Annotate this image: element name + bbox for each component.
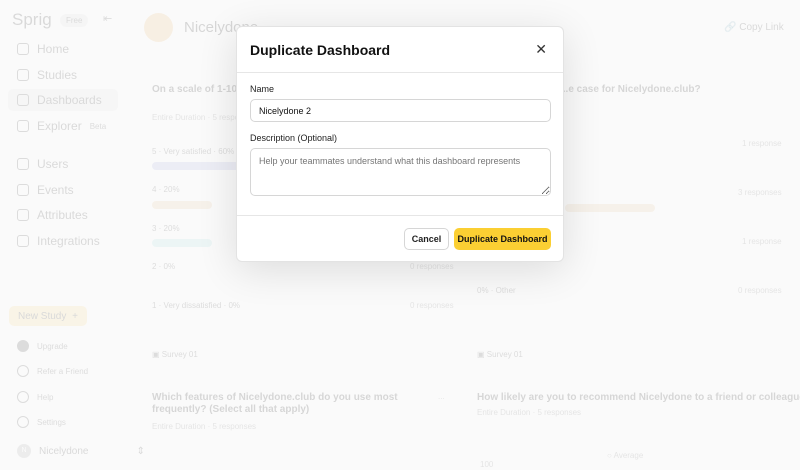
- sidebar-item-integrations[interactable]: Integrations: [17, 234, 100, 248]
- name-label: Name: [250, 84, 275, 94]
- description-label: Description (Optional): [250, 133, 338, 143]
- cancel-button[interactable]: Cancel: [404, 228, 449, 250]
- nav-label: Attributes: [37, 208, 88, 222]
- bar-right: [565, 204, 655, 212]
- card-question: Which features of Nicelydone.club do you…: [152, 392, 398, 415]
- card-question: How likely are you to recommend Nicelydo…: [477, 392, 800, 403]
- sidebar-item-settings[interactable]: Settings: [17, 416, 66, 428]
- dialog-title: Duplicate Dashboard: [250, 41, 391, 58]
- upgrade-icon: [17, 340, 29, 352]
- nav-label: Help: [37, 392, 54, 402]
- nav-label: Settings: [37, 417, 66, 427]
- dialog-header: Duplicate Dashboard ✕: [237, 27, 563, 73]
- sidebar-item-explorer[interactable]: Explorer Beta: [17, 119, 106, 133]
- row-count: 0 responses: [410, 262, 454, 271]
- users-icon: [17, 158, 29, 170]
- sidebar-item-attributes[interactable]: Attributes: [17, 208, 88, 222]
- sidebar-item-studies[interactable]: Studies: [17, 68, 77, 82]
- row-label: 5 · Very satisfied · 60%: [152, 147, 235, 156]
- sidebar-item-home[interactable]: Home: [17, 42, 69, 56]
- sidebar-item-refer[interactable]: Refer a Friend: [17, 365, 88, 377]
- copy-link-label: Copy Link: [739, 22, 784, 33]
- nav-label: Studies: [37, 68, 78, 82]
- row-label: 4 · 20%: [152, 185, 180, 194]
- row-count: 0 responses: [410, 301, 454, 310]
- sidebar-item-users[interactable]: Users: [17, 157, 68, 171]
- row-count: 1 response: [742, 237, 782, 246]
- workspace-switcher[interactable]: N Nicelydone ⇕: [17, 444, 145, 458]
- legend-label: Average: [613, 451, 644, 460]
- studies-icon: [17, 69, 29, 81]
- nav-label: Explorer: [37, 119, 82, 133]
- card-meta: Entire Duration · 5 responses: [152, 422, 257, 431]
- attributes-icon: [17, 209, 29, 221]
- plan-badge: Free: [60, 14, 89, 27]
- nav-label: Dashboards: [37, 93, 102, 107]
- chevron-updown-icon: ⇕: [136, 445, 145, 457]
- dashboard-avatar: [144, 13, 173, 42]
- row-label: 2 · 0%: [152, 262, 176, 271]
- new-study-label: New Study: [18, 311, 67, 322]
- chart-legend: ○ Average: [607, 451, 644, 460]
- beta-badge: Beta: [89, 121, 107, 131]
- refer-icon: [17, 365, 29, 377]
- description-textarea[interactable]: [250, 148, 551, 196]
- dashboards-icon: [17, 94, 29, 106]
- nav-label: Home: [37, 42, 70, 56]
- sidebar-item-upgrade[interactable]: Upgrade: [17, 340, 68, 352]
- row-count: 3 responses: [738, 188, 782, 197]
- row-label: 1 · Very dissatisfied · 0%: [152, 301, 241, 310]
- copy-link-button[interactable]: 🔗 Copy Link: [724, 22, 784, 33]
- row-count: 0 responses: [738, 286, 782, 295]
- bar-4: [152, 201, 212, 209]
- sprig-logo: Sprig: [12, 10, 52, 29]
- row-label: 3 · 20%: [152, 224, 180, 233]
- survey-icon: ▣: [477, 350, 485, 359]
- name-input[interactable]: [250, 99, 551, 122]
- link-icon: 🔗: [724, 22, 737, 33]
- row-label: 0% · Other: [477, 286, 516, 295]
- new-study-button[interactable]: New Study +: [9, 306, 87, 326]
- home-icon: [17, 43, 29, 55]
- collapse-sidebar-icon[interactable]: ⇤: [103, 12, 112, 25]
- duplicate-dashboard-button[interactable]: Duplicate Dashboard: [454, 228, 551, 250]
- nav-label: Refer a Friend: [37, 366, 89, 376]
- sidebar-item-dashboards[interactable]: Dashboards: [8, 89, 118, 111]
- nav-label: Integrations: [37, 234, 100, 248]
- workspace-avatar: N: [17, 444, 31, 458]
- source-label: Survey 01: [161, 350, 198, 359]
- nav-label: Events: [37, 183, 74, 197]
- more-menu-icon[interactable]: ...: [763, 392, 770, 401]
- card-meta: Entire Duration · 5 responses: [477, 408, 582, 417]
- source-label: Survey 01: [486, 350, 523, 359]
- integrations-icon: [17, 235, 29, 247]
- survey-icon: ▣: [152, 350, 160, 359]
- bar-3: [152, 239, 212, 247]
- more-menu-icon[interactable]: ...: [438, 392, 445, 401]
- dialog-footer-divider: [237, 215, 563, 216]
- nav-label: Users: [37, 157, 69, 171]
- sidebar-item-help[interactable]: Help: [17, 391, 53, 403]
- axis-tick: 100: [480, 460, 494, 469]
- explorer-icon: [17, 120, 29, 132]
- settings-icon: [17, 416, 29, 428]
- nav-label: Upgrade: [37, 341, 68, 351]
- row-count: 1 response: [742, 139, 782, 148]
- survey-source: ▣ Survey 01: [152, 350, 198, 359]
- card-question: ...e case for Nicelydone.club?: [560, 84, 701, 95]
- help-icon: [17, 391, 29, 403]
- survey-source: ▣ Survey 01: [477, 350, 523, 359]
- sidebar-item-events[interactable]: Events: [17, 183, 74, 197]
- duplicate-dashboard-dialog: Duplicate Dashboard ✕ Name Description (…: [236, 26, 564, 262]
- plus-icon: +: [72, 311, 78, 322]
- workspace-name: Nicelydone: [39, 445, 89, 457]
- events-icon: [17, 184, 29, 196]
- close-icon[interactable]: ✕: [535, 41, 547, 58]
